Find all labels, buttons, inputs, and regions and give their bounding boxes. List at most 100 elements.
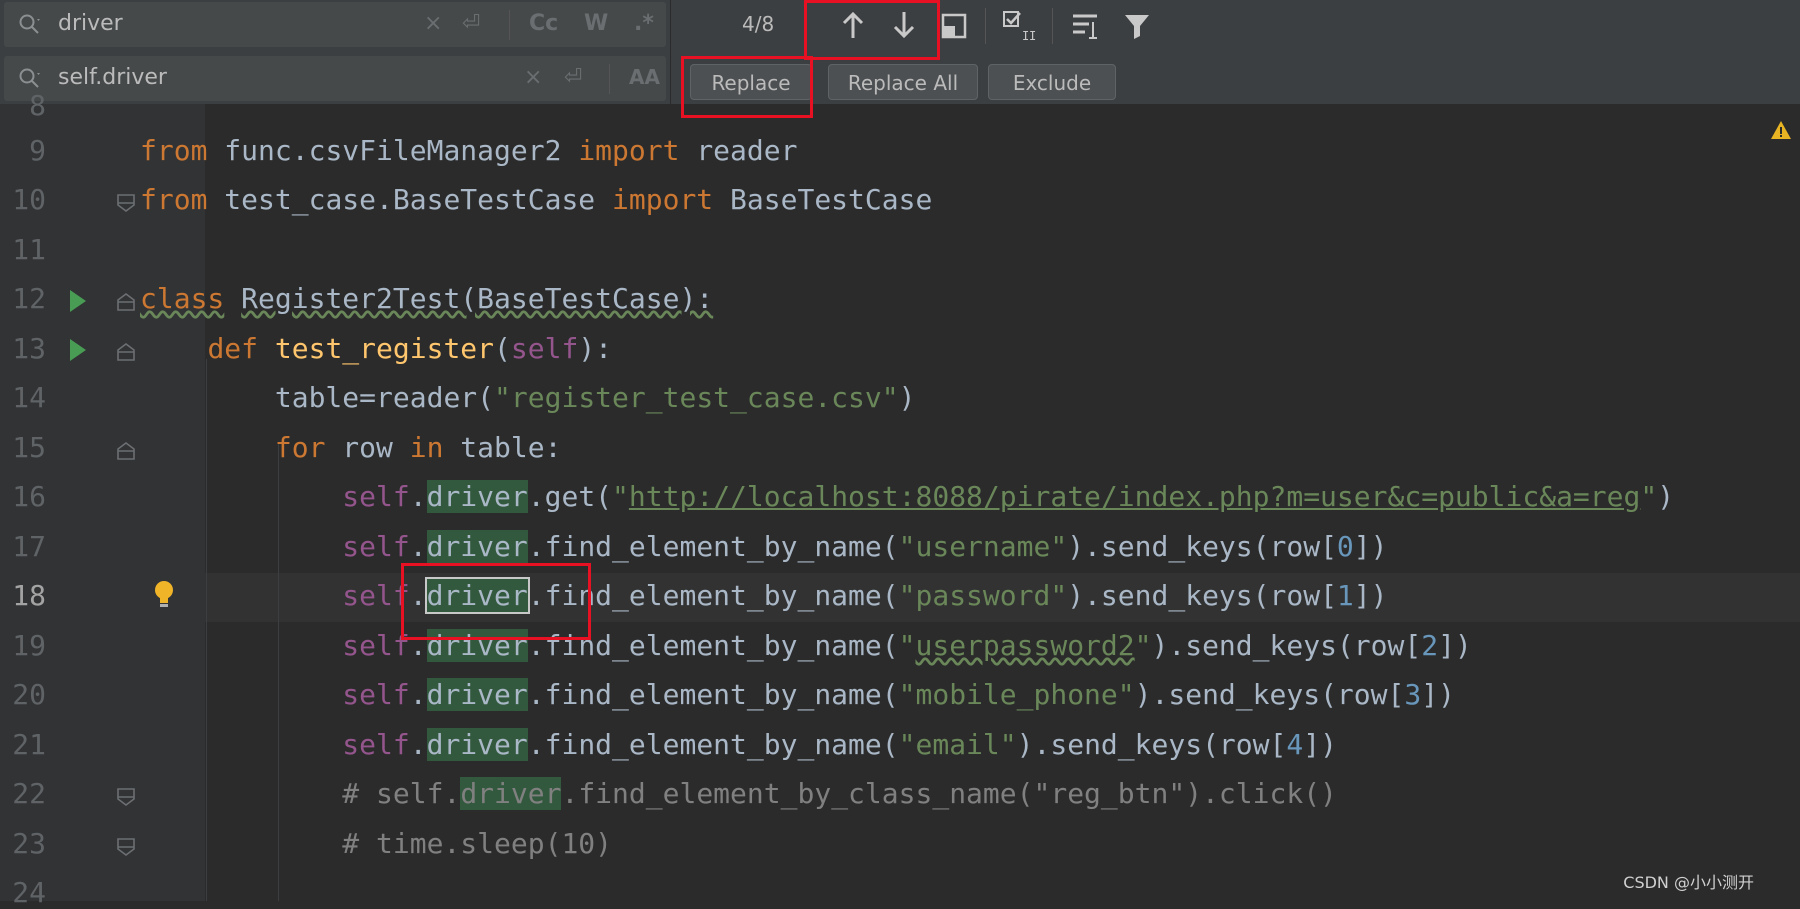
line-number: 14	[12, 381, 46, 414]
search-match[interactable]: driver	[426, 678, 528, 711]
url-link[interactable]: http://localhost:8088/pirate/index.php?m…	[629, 480, 1640, 513]
clear-replace-icon[interactable]: ×	[524, 65, 542, 90]
code-line-19[interactable]: self.driver.find_element_by_name("userpa…	[140, 629, 1472, 662]
replace-all-button[interactable]: Replace All	[828, 64, 978, 100]
fold-marker-icon[interactable]	[116, 787, 136, 807]
code-line-21[interactable]: self.driver.find_element_by_name("email"…	[140, 728, 1337, 761]
find-input[interactable]: driver	[58, 11, 123, 36]
fold-marker-icon[interactable]	[116, 441, 136, 461]
separator	[985, 8, 986, 44]
call: .find_element_by_name(	[527, 530, 899, 563]
line-number: 18	[12, 579, 46, 612]
line-number: 13	[12, 332, 46, 365]
call: .find_element_by_name(	[527, 678, 899, 711]
code-line-13[interactable]: def test_register(self):	[140, 332, 612, 365]
separator	[509, 10, 510, 40]
match-count: 4/8	[742, 12, 775, 36]
number-literal: 0	[1336, 530, 1354, 563]
string-literal: userpassword2	[915, 629, 1135, 662]
self-keyword: self	[342, 678, 410, 711]
code-line-16[interactable]: self.driver.get("http://localhost:8088/p…	[140, 480, 1674, 513]
code-line-14[interactable]: table=reader("register_test_case.csv")	[140, 381, 916, 414]
preserve-case-toggle[interactable]: AA	[629, 65, 660, 89]
warning-icon[interactable]	[1770, 120, 1792, 140]
paren: ])	[1353, 530, 1388, 563]
code-line-17[interactable]: self.driver.find_element_by_name("userna…	[140, 530, 1388, 563]
call: ).send_keys(row[	[1016, 728, 1287, 761]
code-line-15[interactable]: for row in table:	[140, 431, 562, 464]
imported-name: reader	[679, 134, 798, 167]
find-field[interactable]: driver × ⏎ Cc W .*	[4, 2, 666, 47]
fold-marker-icon[interactable]	[116, 193, 136, 213]
code-editor[interactable]: 8 9 10 11 12 13 14 15 16 17 18 19 20 21 …	[0, 89, 1800, 909]
call: .find_element_by_name(	[527, 728, 899, 761]
replace-input[interactable]: self.driver	[58, 65, 167, 90]
self-param: self	[510, 332, 579, 365]
code-line-18[interactable]: self.driver.find_element_by_name("passwo…	[140, 577, 1388, 614]
filter-icon[interactable]	[1123, 12, 1151, 40]
search-match[interactable]: driver	[426, 530, 528, 563]
line-number: 20	[12, 678, 46, 711]
function-name: test_register	[274, 332, 495, 365]
exclude-button[interactable]: Exclude	[988, 64, 1116, 100]
keyword: def	[207, 332, 259, 365]
clear-find-icon[interactable]: ×	[424, 11, 442, 36]
line-number: 24	[12, 876, 46, 909]
pin-window-icon[interactable]	[940, 12, 968, 40]
code-line-12[interactable]: class Register2Test(BaseTestCase):	[140, 282, 713, 315]
dot: .	[409, 480, 427, 513]
self-keyword: self	[342, 480, 410, 513]
self-keyword: self	[342, 579, 410, 612]
multiline-select-icon[interactable]: I I	[1002, 10, 1038, 42]
search-icon[interactable]	[18, 67, 42, 91]
line-number: 23	[12, 827, 46, 860]
identifier: table:	[443, 431, 562, 464]
paren: (	[494, 332, 511, 365]
string-literal: "register_test_case.csv"	[494, 381, 899, 414]
whole-words-toggle[interactable]: W	[584, 11, 608, 36]
separator	[670, 0, 671, 104]
search-match[interactable]: driver	[426, 480, 528, 513]
code-line-20[interactable]: self.driver.find_element_by_name("mobile…	[140, 678, 1455, 711]
line-number: 15	[12, 431, 46, 464]
line-number: 11	[12, 233, 46, 266]
string-literal: "email"	[898, 728, 1017, 761]
new-line-icon[interactable]: ⏎	[462, 11, 480, 36]
string-literal: "mobile_phone"	[898, 678, 1135, 711]
call: ).send_keys(row[	[1067, 579, 1337, 612]
quote: "	[1640, 480, 1658, 513]
call: ).send_keys(row[	[1134, 678, 1405, 711]
keyword: from	[140, 183, 208, 216]
code-line-9[interactable]: from func.csvFileManager2 import reader	[140, 134, 797, 167]
line-number: 21	[12, 728, 46, 761]
search-match[interactable]: driver	[460, 777, 562, 810]
fold-marker-icon[interactable]	[116, 837, 136, 857]
call: reader(	[376, 381, 495, 414]
search-icon[interactable]	[18, 13, 42, 37]
match-case-toggle[interactable]: Cc	[529, 11, 558, 36]
fold-marker-icon[interactable]	[116, 292, 136, 312]
string-literal: "password"	[898, 579, 1068, 612]
run-icon[interactable]	[68, 337, 88, 363]
regex-toggle[interactable]: .*	[634, 11, 654, 36]
code-line-10[interactable]: from test_case.BaseTestCase import BaseT…	[140, 183, 932, 216]
number-literal: 1	[1336, 579, 1354, 612]
quote: "	[1134, 629, 1152, 662]
self-keyword: self	[342, 728, 410, 761]
fold-marker-icon[interactable]	[116, 342, 136, 362]
line-number: 12	[12, 282, 46, 315]
paren: )	[898, 381, 916, 414]
quote: "	[612, 480, 629, 513]
search-match[interactable]: driver	[426, 728, 528, 761]
code-line-23[interactable]: # time.sleep(10)	[140, 827, 612, 860]
filter-lines-icon[interactable]	[1071, 12, 1101, 40]
new-line-icon[interactable]: ⏎	[564, 65, 582, 90]
self-keyword: self	[342, 629, 410, 662]
comment: # time.sleep(10)	[342, 827, 613, 860]
quote: "	[898, 629, 916, 662]
code-line-22[interactable]: # self.driver.find_element_by_class_name…	[140, 777, 1337, 810]
paren: ])	[1353, 579, 1388, 612]
replace-field[interactable]: self.driver × ⏎ AA	[4, 56, 666, 101]
run-icon[interactable]	[68, 288, 88, 314]
